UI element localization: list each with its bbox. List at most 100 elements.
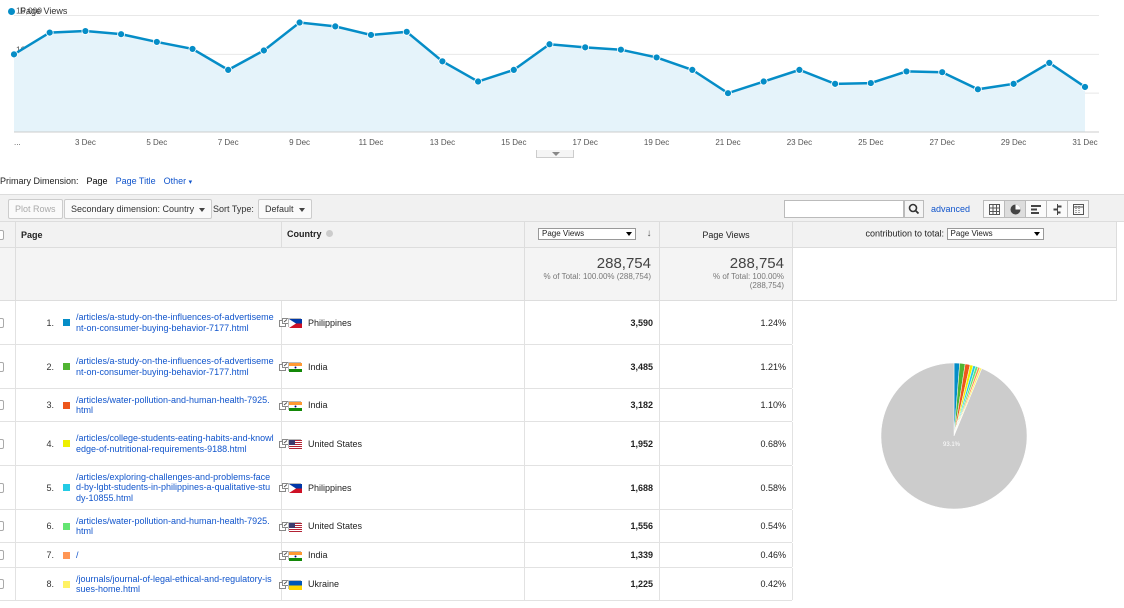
data-point[interactable] bbox=[367, 31, 375, 39]
row-checkbox[interactable] bbox=[0, 482, 4, 493]
row-checkbox-cell bbox=[0, 301, 16, 344]
data-point[interactable] bbox=[759, 77, 768, 86]
x-tick-label: 19 Dec bbox=[644, 138, 669, 147]
contribution-select[interactable]: Page Views bbox=[946, 228, 1044, 240]
data-point[interactable] bbox=[438, 57, 447, 66]
view-performance-button[interactable] bbox=[1025, 200, 1047, 218]
country-name[interactable]: Philippines bbox=[308, 318, 352, 328]
page-cell: 2. /articles/a-study-on-the-influences-o… bbox=[16, 345, 289, 388]
remove-dimension-icon[interactable] bbox=[326, 230, 334, 237]
metric-select[interactable]: Page Views bbox=[538, 228, 636, 240]
data-point[interactable] bbox=[724, 89, 732, 98]
country-name[interactable]: Philippines bbox=[308, 483, 352, 493]
page-views-chart: 15,00010,0005,000...3 Dec5 Dec7 Dec9 Dec… bbox=[0, 0, 1110, 160]
percentage-value: 0.68% bbox=[760, 438, 786, 449]
total-percentage-2-count: (288,754) bbox=[749, 281, 784, 290]
pie-slice-other[interactable] bbox=[880, 362, 1028, 510]
data-point[interactable] bbox=[938, 68, 947, 77]
data-point[interactable] bbox=[224, 65, 233, 74]
country-name[interactable]: India bbox=[308, 400, 328, 410]
view-percentage-button[interactable] bbox=[1004, 200, 1026, 218]
page-path-link[interactable]: /journals/journal-of-legal-ethical-and-r… bbox=[76, 574, 274, 595]
dimension-option-page[interactable]: Page bbox=[87, 176, 108, 186]
view-data-button[interactable] bbox=[983, 200, 1005, 218]
percentage-value: 1.10% bbox=[760, 400, 786, 410]
dimension-option-page-title[interactable]: Page Title bbox=[116, 176, 156, 186]
row-color-swatch bbox=[63, 484, 70, 491]
sort-type-label: Sort Type: bbox=[213, 204, 254, 214]
page-path-link[interactable]: / bbox=[76, 550, 274, 561]
country-name[interactable]: India bbox=[308, 362, 328, 372]
row-checkbox-cell bbox=[0, 389, 16, 421]
data-point[interactable] bbox=[902, 67, 911, 76]
data-point[interactable] bbox=[617, 45, 625, 54]
row-checkbox[interactable] bbox=[0, 579, 4, 589]
legend-label: Page Views bbox=[20, 6, 68, 16]
sort-type-dropdown[interactable]: Default bbox=[258, 199, 312, 219]
page-column-header[interactable]: Page bbox=[16, 222, 282, 248]
data-point[interactable] bbox=[152, 38, 161, 46]
data-point[interactable] bbox=[509, 65, 518, 74]
advanced-filter-link[interactable]: advanced bbox=[931, 204, 970, 214]
data-point[interactable] bbox=[795, 65, 804, 74]
page-path-link[interactable]: /articles/a-study-on-the-influences-of-a… bbox=[76, 312, 274, 333]
percentage-cell: 1.21% bbox=[660, 345, 793, 388]
data-point[interactable] bbox=[117, 30, 125, 39]
search-button[interactable] bbox=[904, 200, 924, 218]
page-path-link[interactable]: /articles/exploring-challenges-and-probl… bbox=[76, 472, 274, 504]
data-point[interactable] bbox=[1081, 83, 1089, 91]
data-point[interactable] bbox=[45, 28, 54, 37]
page-views-value: 3,485 bbox=[630, 361, 653, 372]
row-checkbox[interactable] bbox=[0, 438, 4, 449]
select-all-checkbox[interactable] bbox=[0, 230, 4, 240]
data-point[interactable] bbox=[688, 65, 697, 74]
view-comparison-button[interactable] bbox=[1046, 200, 1068, 218]
data-point[interactable] bbox=[581, 43, 590, 52]
page-path-link[interactable]: /articles/a-study-on-the-influences-of-a… bbox=[76, 356, 274, 377]
percentage-cell: 1.10% bbox=[660, 389, 793, 421]
sort-desc-arrow-icon[interactable]: ↓ bbox=[647, 228, 652, 239]
data-point[interactable] bbox=[10, 50, 18, 59]
country-cell: India bbox=[282, 543, 525, 567]
row-checkbox[interactable] bbox=[0, 361, 4, 372]
row-checkbox[interactable] bbox=[0, 521, 4, 531]
data-point[interactable] bbox=[474, 77, 483, 86]
row-index: 8. bbox=[46, 579, 54, 589]
row-checkbox[interactable] bbox=[0, 550, 4, 560]
row-checkbox[interactable] bbox=[0, 317, 4, 328]
table-search-input[interactable] bbox=[784, 200, 904, 218]
country-name[interactable]: Ukraine bbox=[308, 579, 339, 589]
flag-ph-icon bbox=[288, 483, 302, 493]
view-pivot-button[interactable] bbox=[1067, 200, 1089, 218]
table-row: 2. /articles/a-study-on-the-influences-o… bbox=[0, 345, 793, 389]
page-views-column-header[interactable]: Page Views bbox=[660, 222, 793, 248]
country-name[interactable]: United States bbox=[308, 521, 362, 531]
dimension-option-other[interactable]: Other ▾ bbox=[164, 176, 193, 186]
percentage-cell: 0.42% bbox=[660, 568, 793, 600]
plot-rows-button[interactable]: Plot Rows bbox=[8, 199, 63, 219]
data-point[interactable] bbox=[652, 53, 661, 62]
secondary-dimension-dropdown[interactable]: Secondary dimension: Country bbox=[64, 199, 213, 219]
data-point[interactable] bbox=[1009, 79, 1018, 88]
data-point[interactable] bbox=[295, 18, 304, 27]
data-point[interactable] bbox=[259, 46, 268, 55]
data-point[interactable] bbox=[81, 27, 90, 35]
data-point[interactable] bbox=[866, 79, 875, 87]
totals-cell-metric: 288,754 % of Total: 100.00% (288,754) bbox=[525, 248, 660, 301]
data-point[interactable] bbox=[831, 79, 839, 88]
data-point[interactable] bbox=[1045, 58, 1054, 67]
data-point[interactable] bbox=[545, 40, 554, 49]
chart-collapse-toggle[interactable] bbox=[536, 150, 574, 158]
page-path-link[interactable]: /articles/college-students-eating-habits… bbox=[76, 433, 274, 454]
row-checkbox[interactable] bbox=[0, 400, 4, 410]
page-path-link[interactable]: /articles/water-pollution-and-human-heal… bbox=[76, 395, 274, 416]
data-point[interactable] bbox=[974, 85, 982, 94]
data-point[interactable] bbox=[188, 45, 197, 53]
page-path-link[interactable]: /articles/water-pollution-and-human-heal… bbox=[76, 516, 274, 537]
country-column-header[interactable]: Country bbox=[282, 222, 525, 248]
data-point[interactable] bbox=[331, 22, 340, 31]
pie-other-label: 93.1% bbox=[943, 442, 961, 448]
country-name[interactable]: India bbox=[308, 550, 328, 560]
country-name[interactable]: United States bbox=[308, 439, 362, 449]
data-point[interactable] bbox=[402, 27, 411, 36]
